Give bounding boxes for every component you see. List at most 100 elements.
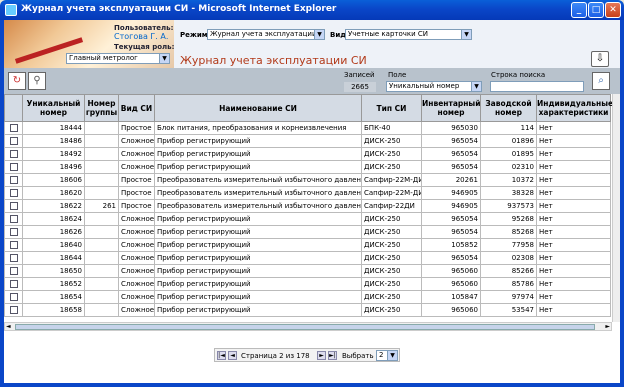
scroll-thumb[interactable] [15,324,595,330]
first-page-button[interactable]: |◄ [217,351,226,360]
refresh-button[interactable]: ↻ [8,72,26,90]
row-checkbox[interactable] [9,189,18,197]
cell-serial-number: 97974 [480,290,537,304]
cell-name: Прибор регистрирующий [154,225,362,239]
cell-name: Преобразователь измерительный избыточног… [154,186,362,200]
row-checkbox[interactable] [9,163,18,171]
cell-inventory-number: 965030 [421,121,481,135]
pager: |◄ ◄ Страница 2 из 178 ► ►| Выбрать 2 ▼ [214,348,400,362]
table-row[interactable]: 18492 Сложное Прибор регистрирующий ДИСК-25… [4,147,611,161]
cell-unique-number: 18652 [22,277,85,291]
mode-select[interactable]: Журнал учета эксплуатации ▼ [207,29,325,40]
scroll-right-icon[interactable]: ► [605,323,610,330]
maximize-button[interactable]: □ [588,2,604,18]
column-header-model[interactable]: Тип СИ [361,94,422,122]
row-checkbox[interactable] [9,306,18,314]
find-button[interactable]: ⌕ [592,72,610,90]
table-row[interactable]: 18444 Простое Блок питания, преобразования… [4,121,611,135]
table-row[interactable]: 18654 Сложное Прибор регистрирующий ДИСК-25… [4,290,611,304]
cell-inventory-number: 965060 [421,264,481,278]
user-label: Пользователь: [114,24,174,32]
cell-type-kind: Простое [118,199,155,213]
table-row[interactable]: 18626 Сложное Прибор регистрирующий ДИСК-25… [4,225,611,239]
view-select[interactable]: Учетные карточки СИ ▼ [345,29,472,40]
cell-type-kind: Простое [118,173,155,187]
scroll-left-icon[interactable]: ◄ [6,323,11,330]
table-row[interactable]: 18496 Сложное Прибор регистрирующий ДИСК-25… [4,160,611,174]
cell-group-number [84,264,119,278]
column-header-serial-number[interactable]: Заводской номер [480,94,537,122]
cell-type-kind: Сложное [118,277,155,291]
table-row[interactable]: 18624 Сложное Прибор регистрирующий ДИСК-25… [4,212,611,226]
page-select-value: 2 [379,351,384,359]
row-checkbox[interactable] [9,254,18,262]
horizontal-scrollbar[interactable]: ◄ ► [4,322,612,331]
chevron-down-icon: ▼ [314,30,324,39]
table-row[interactable]: 18650 Сложное Прибор регистрирующий ДИСК-25… [4,264,611,278]
cell-model: ДИСК-250 [361,238,422,252]
column-header-name[interactable]: Наименование СИ [154,94,362,122]
chevron-down-icon: ▼ [159,54,169,63]
page-indicator: Страница 2 из 178 [241,352,310,360]
role-select[interactable]: Главный метролог ▼ [66,53,170,64]
row-checkbox[interactable] [9,202,18,210]
chevron-down-icon: ▼ [471,82,481,91]
row-select-cell [4,225,23,239]
cell-inventory-number: 965054 [421,225,481,239]
cell-individual-specs: Нет [536,277,611,291]
row-checkbox[interactable] [9,124,18,132]
cell-serial-number: 114 [480,121,537,135]
table-row[interactable]: 18644 Сложное Прибор регистрирующий ДИСК-25… [4,251,611,265]
row-select-cell [4,277,23,291]
export-button[interactable]: ⇩ [591,51,609,67]
row-checkbox[interactable] [9,228,18,236]
row-checkbox[interactable] [9,150,18,158]
table-row[interactable]: 18606 Простое Преобразователь измерительны… [4,173,611,187]
cell-group-number [84,186,119,200]
row-checkbox[interactable] [9,137,18,145]
cell-inventory-number: 965054 [421,134,481,148]
row-checkbox[interactable] [9,241,18,249]
column-header-unique-number[interactable]: Уникальный номер [22,94,85,122]
table-row[interactable]: 18652 Сложное Прибор регистрирующий ДИСК-25… [4,277,611,291]
table-row[interactable]: 18658 Сложное Прибор регистрирующий ДИСК-25… [4,303,611,317]
cell-serial-number: 10372 [480,173,537,187]
column-header-type-kind[interactable]: Вид СИ [118,94,155,122]
cell-individual-specs: Нет [536,212,611,226]
row-select-cell [4,134,23,148]
page-title: Журнал учета эксплуатации СИ [180,54,367,67]
row-checkbox[interactable] [9,280,18,288]
cell-name: Прибор регистрирующий [154,134,362,148]
cell-group-number [84,277,119,291]
column-header-inventory-number[interactable]: Инвентарный номер [421,94,481,122]
minimize-button[interactable]: _ [571,2,587,18]
row-checkbox[interactable] [9,176,18,184]
row-checkbox[interactable] [9,293,18,301]
vertical-scrollbar[interactable] [612,94,620,322]
cell-unique-number: 18496 [22,160,85,174]
field-select[interactable]: Уникальный номер ▼ [386,81,482,92]
row-select-cell [4,303,23,317]
row-checkbox[interactable] [9,215,18,223]
table-row[interactable]: 18622 261 Простое Преобразователь измерител… [4,199,611,213]
cell-name: Блок питания, преобразования и корнеизвл… [154,121,362,135]
close-button[interactable]: ✕ [605,2,621,18]
prev-page-button[interactable]: ◄ [228,351,237,360]
last-page-button[interactable]: ►| [328,351,337,360]
filter-icon: ⚲ [33,75,41,86]
cell-model: ДИСК-250 [361,264,422,278]
table-row[interactable]: 18486 Сложное Прибор регистрирующий ДИСК-25… [4,134,611,148]
cell-unique-number: 18650 [22,264,85,278]
cell-unique-number: 18654 [22,290,85,304]
column-header-individual-specs[interactable]: Индивидуальные характеристики [536,94,612,122]
filter-button[interactable]: ⚲ [28,72,46,90]
row-checkbox[interactable] [9,267,18,275]
next-page-button[interactable]: ► [317,351,326,360]
cell-name: Прибор регистрирующий [154,290,362,304]
search-input[interactable] [490,81,584,92]
table-row[interactable]: 18640 Сложное Прибор регистрирующий ДИСК-25… [4,238,611,252]
view-select-value: Учетные карточки СИ [348,30,429,38]
column-header-group-number[interactable]: Номер группы [84,94,119,122]
page-select[interactable]: 2 ▼ [376,350,398,361]
table-row[interactable]: 18620 Простое Преобразователь измерительны… [4,186,611,200]
